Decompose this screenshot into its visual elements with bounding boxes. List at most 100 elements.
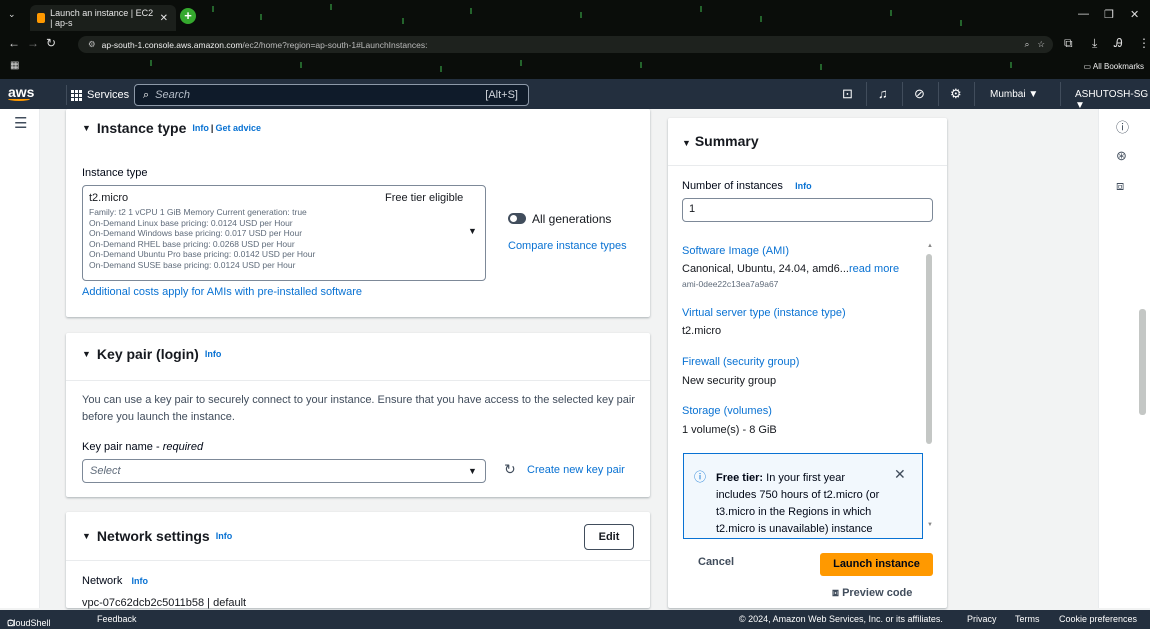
firewall-value: New security group	[682, 375, 777, 387]
refresh-icon[interactable]: ↻	[504, 461, 516, 478]
key-pair-field-label: Key pair name - required	[82, 441, 204, 453]
maximize-icon[interactable]: ❐	[1104, 8, 1114, 21]
tab-list-icon[interactable]: ⌄	[8, 9, 16, 20]
key-pair-description: You can use a key pair to securely conne…	[82, 394, 635, 423]
scroll-thumb[interactable]	[926, 254, 932, 444]
divider	[668, 165, 947, 166]
apps-icon[interactable]: ▦	[10, 60, 19, 71]
create-key-pair-link[interactable]: Create new key pair	[527, 464, 625, 476]
help-icon[interactable]: ⊘	[914, 86, 925, 102]
collapse-caret-icon: ▼	[82, 123, 91, 133]
support-icon[interactable]: ⊛	[1116, 148, 1127, 164]
instance-type-value: t2.micro	[89, 192, 129, 204]
compare-instance-types-link[interactable]: Compare instance types	[508, 240, 627, 252]
account-menu[interactable]: ASHUTOSH-SG ▼	[1075, 89, 1150, 111]
cloudshell-icon[interactable]: ⊡	[842, 86, 853, 102]
storage-link[interactable]: Storage (volumes)	[682, 405, 772, 417]
network-info-link[interactable]: Info	[216, 531, 233, 541]
aws-favicon-icon	[37, 13, 46, 23]
folder-icon: ▭	[1083, 62, 1092, 71]
feedback-link[interactable]: Feedback	[97, 614, 137, 624]
region-selector[interactable]: Mumbai ▼	[990, 89, 1038, 100]
key-pair-heading[interactable]: ▼ Key pair (login) Info	[82, 346, 221, 362]
cancel-button[interactable]: Cancel	[698, 556, 734, 568]
profile-icon[interactable]: Ꭿ	[1114, 36, 1123, 51]
edit-network-button[interactable]: Edit	[584, 524, 634, 550]
collapse-caret-icon: ▼	[82, 531, 91, 541]
instance-type-field-label: Instance type	[82, 167, 148, 179]
download-icon[interactable]: ⤓	[1092, 36, 1097, 51]
info-panel-icon[interactable]: ⓘ	[1116, 117, 1129, 136]
notifications-icon[interactable]: ♫	[878, 86, 888, 101]
preview-code-button[interactable]: ⧈ Preview code	[832, 587, 912, 600]
network-settings-heading[interactable]: ▼ Network settings Info	[82, 528, 232, 544]
browser-tab[interactable]: Launch an instance | EC2 | ap-s ✕	[30, 5, 176, 31]
back-icon[interactable]: ←	[8, 36, 20, 50]
address-bar[interactable]: ⚙ ap-south-1.console.aws.amazon.com /ec2…	[78, 36, 1053, 53]
url-host: ap-south-1.console.aws.amazon.com	[101, 39, 243, 50]
summary-scrollbar[interactable]	[926, 244, 932, 447]
read-more-link[interactable]: read more	[849, 263, 899, 275]
all-bookmarks[interactable]: ▭ All Bookmarks	[1084, 62, 1144, 71]
storage-value: 1 volume(s) - 8 GiB	[682, 424, 777, 436]
key-pair-info-link[interactable]: Info	[205, 349, 222, 359]
bookmark-star-icon[interactable]: ☆	[1037, 39, 1045, 50]
reload-icon[interactable]: ↻	[46, 36, 56, 50]
cookie-preferences-link[interactable]: Cookie preferences	[1059, 614, 1137, 624]
instance-type-link[interactable]: Virtual server type (instance type)	[682, 307, 846, 319]
left-rail	[0, 109, 40, 608]
instance-type-select[interactable]: t2.micro Free tier eligible Family: t2 1…	[82, 185, 486, 281]
ami-id: ami-0dee22c13ea7a9a67	[682, 279, 779, 289]
number-of-instances-label: Number of instances Info	[682, 180, 812, 192]
all-generations-toggle[interactable]	[508, 213, 526, 224]
new-tab-button[interactable]: +	[180, 8, 196, 24]
feedback-icon[interactable]: ⧈	[1116, 178, 1124, 194]
search-icon: ⌕	[143, 88, 150, 101]
dismiss-alert-icon[interactable]: ✕	[894, 466, 906, 483]
zoom-icon[interactable]: ⌕	[1025, 39, 1030, 50]
network-field-label: Network Info	[82, 575, 149, 587]
key-pair-select[interactable]: Select ▼	[82, 459, 486, 483]
ami-link[interactable]: Software Image (AMI)	[682, 245, 789, 257]
extensions-icon[interactable]: ⧉	[1064, 36, 1073, 51]
divider	[66, 380, 650, 381]
nav-divider	[1060, 82, 1061, 106]
copyright-text: © 2024, Amazon Web Services, Inc. or its…	[739, 614, 943, 624]
settings-gear-icon[interactable]: ⚙	[950, 86, 962, 102]
page-scrollbar[interactable]	[1139, 309, 1146, 415]
scroll-up-icon[interactable]: ▲	[927, 243, 933, 249]
free-tier-badge: Free tier eligible	[385, 192, 464, 204]
browser-menu-icon[interactable]: ⋮	[1138, 36, 1150, 50]
close-tab-icon[interactable]: ✕	[160, 13, 168, 24]
instance-type-details: Family: t2 1 vCPU 1 GiB Memory Current g…	[89, 207, 316, 270]
search-input[interactable]: ⌕ Search [Alt+S]	[134, 84, 529, 106]
nav-divider	[902, 82, 903, 106]
minimize-icon[interactable]: —	[1078, 8, 1089, 20]
nav-divider	[866, 82, 867, 106]
free-tier-text: Free tier: In your first year includes 7…	[716, 472, 880, 535]
aws-logo[interactable]: aws	[8, 84, 34, 101]
terms-link[interactable]: Terms	[1015, 614, 1040, 624]
additional-costs-link[interactable]: Additional costs apply for AMIs with pre…	[82, 286, 362, 298]
nav-divider	[974, 82, 975, 106]
info-circle-icon: ⓘ	[694, 470, 707, 484]
divider	[66, 560, 650, 561]
number-of-instances-input[interactable]: 1	[682, 198, 933, 222]
site-info-icon[interactable]: ⚙	[88, 39, 96, 50]
privacy-link[interactable]: Privacy	[967, 614, 997, 624]
services-menu-button[interactable]: Services	[66, 85, 129, 105]
dropdown-caret-icon: ▼	[468, 466, 477, 476]
launch-instance-button[interactable]: Launch instance	[820, 553, 933, 576]
forward-icon[interactable]: →	[27, 36, 39, 50]
window-close-icon[interactable]: ✕	[1130, 8, 1139, 21]
hamburger-menu-icon[interactable]: ☰	[14, 114, 27, 132]
tab-title: Launch an instance | EC2 | ap-s	[50, 8, 154, 28]
summary-heading[interactable]: ▼ Summary	[682, 133, 759, 149]
get-advice-link[interactable]: Get advice	[215, 123, 261, 133]
ami-value: Canonical, Ubuntu, 24.04, amd6...read mo…	[682, 263, 900, 275]
firewall-link[interactable]: Firewall (security group)	[682, 356, 799, 368]
instance-type-heading[interactable]: ▼ Instance type Info | Get advice	[82, 120, 261, 136]
instance-type-info-link[interactable]: Info	[192, 123, 209, 133]
scroll-down-icon[interactable]: ▼	[927, 522, 933, 528]
console-footer: ⊡ CloudShell Feedback © 2024, Amazon Web…	[0, 610, 1150, 629]
